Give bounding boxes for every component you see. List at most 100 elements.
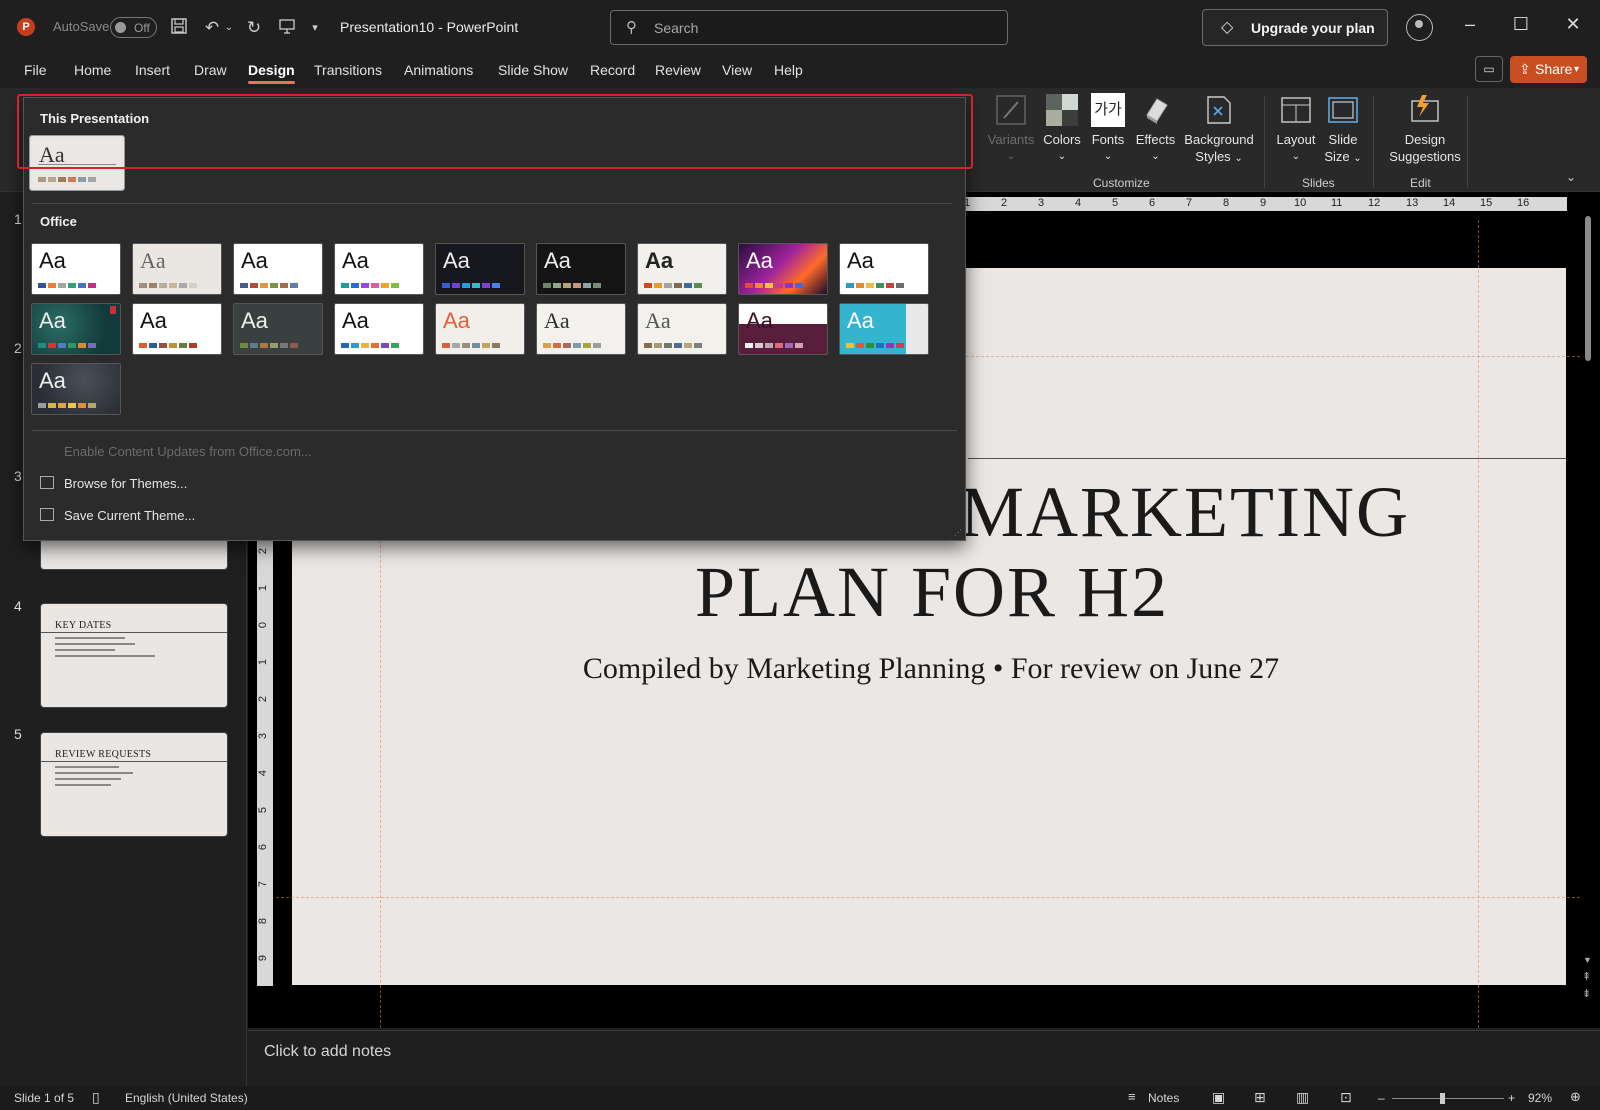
save-current-theme-item[interactable]: Save Current Theme... bbox=[40, 508, 195, 523]
maximize-icon[interactable]: ☐ bbox=[1506, 14, 1536, 40]
fonts-label: Fonts bbox=[1091, 132, 1125, 147]
ruler-tick-label: 9 bbox=[1260, 197, 1267, 209]
slide-thumbnail-4[interactable]: KEY DATES bbox=[40, 603, 228, 708]
theme-vapor-trail[interactable]: Aa bbox=[637, 303, 727, 355]
tab-review[interactable]: Review bbox=[655, 62, 701, 78]
notes-pane[interactable]: Click to add notes bbox=[248, 1030, 1600, 1086]
section-this-presentation: This Presentation bbox=[40, 111, 150, 126]
slide-show-icon[interactable]: ⊡ bbox=[1340, 1089, 1352, 1106]
share-button[interactable]: ⇪ Share ▾ bbox=[1510, 56, 1587, 83]
theme-dividend[interactable]: Aa bbox=[132, 303, 222, 355]
zoom-level[interactable]: 92% bbox=[1528, 1091, 1552, 1105]
tab-home[interactable]: Home bbox=[74, 62, 111, 78]
tab-help[interactable]: Help bbox=[774, 62, 803, 78]
effects-button[interactable]: Effects ⌄ bbox=[1133, 93, 1178, 165]
theme-sample: Aa bbox=[544, 248, 571, 273]
group-slides-label: Slides bbox=[1302, 176, 1335, 190]
section-divider bbox=[32, 203, 952, 204]
fit-to-window-icon[interactable]: ⊕ bbox=[1570, 1089, 1581, 1105]
notes-toggle[interactable]: Notes bbox=[1148, 1091, 1179, 1105]
fonts-button[interactable]: 가가 Fonts ⌄ bbox=[1088, 93, 1128, 165]
layout-button[interactable]: Layout ⌄ bbox=[1273, 93, 1319, 165]
theme-organic[interactable]: Aa bbox=[536, 243, 626, 295]
theme-ion[interactable]: Aa bbox=[233, 243, 323, 295]
theme-retrospect[interactable]: Aa bbox=[637, 243, 727, 295]
share-label: Share bbox=[1535, 61, 1573, 77]
zoom-in-icon[interactable]: + bbox=[1508, 1091, 1515, 1105]
zoom-out-icon[interactable]: – bbox=[1378, 1091, 1385, 1105]
tab-record[interactable]: Record bbox=[590, 62, 635, 78]
theme-swatches bbox=[644, 343, 702, 348]
variants-button[interactable]: Variants ⌄ bbox=[986, 93, 1036, 165]
zoom-slider[interactable] bbox=[1392, 1093, 1504, 1104]
tab-file[interactable]: File bbox=[24, 62, 47, 78]
slide-number: 1 bbox=[14, 211, 22, 227]
slide-size-button[interactable]: Slide Size ⌄ bbox=[1322, 93, 1364, 167]
present-from-start-icon[interactable] bbox=[276, 17, 298, 39]
theme-swatches bbox=[38, 177, 96, 182]
redo-icon[interactable]: ↻ bbox=[243, 17, 265, 39]
theme-metropolitan[interactable]: Aa bbox=[233, 303, 323, 355]
theme-wisp[interactable]: Aa bbox=[839, 243, 929, 295]
theme-facet[interactable]: Aa bbox=[334, 243, 424, 295]
ruler-tick-label: 4 bbox=[1075, 197, 1082, 209]
chevron-down-icon: ⌄ bbox=[1353, 153, 1362, 164]
theme-current[interactable]: Aa bbox=[29, 135, 125, 191]
undo-icon[interactable]: ↶ bbox=[201, 17, 223, 39]
undo-dropdown-icon[interactable]: ⌄ bbox=[223, 17, 235, 39]
tab-animations[interactable]: Animations bbox=[404, 62, 473, 78]
slide-thumbnail-5[interactable]: REVIEW REQUESTS bbox=[40, 732, 228, 837]
ruler-tick-label: 1 bbox=[257, 658, 270, 666]
theme-accent-mark bbox=[110, 306, 116, 314]
accessibility-icon[interactable]: ▯ bbox=[92, 1089, 100, 1106]
tab-view[interactable]: View bbox=[722, 62, 752, 78]
theme-berlin[interactable]: Aa bbox=[738, 303, 828, 355]
theme-savon[interactable]: Aa bbox=[435, 303, 525, 355]
next-slide-icon[interactable]: ⇟ bbox=[1582, 987, 1591, 1000]
enable-content-updates-item: Enable Content Updates from Office.com..… bbox=[64, 444, 312, 459]
save-theme-icon bbox=[40, 508, 54, 521]
tab-slide-show[interactable]: Slide Show bbox=[498, 62, 568, 78]
theme-slice[interactable]: Aa bbox=[738, 243, 828, 295]
tab-insert[interactable]: Insert bbox=[135, 62, 170, 78]
browse-for-themes-item[interactable]: Browse for Themes... bbox=[40, 476, 187, 491]
collapse-ribbon-icon[interactable]: ⌄ bbox=[1566, 170, 1576, 184]
theme-mesh[interactable]: Aa bbox=[839, 303, 929, 355]
minimize-icon[interactable]: – bbox=[1455, 14, 1485, 40]
tab-design[interactable]: Design bbox=[248, 62, 295, 84]
ruler-tick-label: 2 bbox=[1001, 197, 1008, 209]
vertical-scrollbar[interactable]: ▼ ⇞ ⇟ bbox=[1582, 200, 1594, 1010]
background-styles-button[interactable]: Background Styles ⌄ bbox=[1182, 93, 1256, 167]
scroll-down-icon[interactable]: ▼ bbox=[1583, 955, 1592, 965]
design-suggestions-button[interactable]: Design Suggestions bbox=[1382, 93, 1468, 165]
colors-button[interactable]: Colors ⌄ bbox=[1042, 93, 1082, 165]
theme-ion-boardroom[interactable]: Aa bbox=[435, 243, 525, 295]
upgrade-plan-button[interactable]: ◇ Upgrade your plan bbox=[1202, 9, 1388, 46]
previous-slide-icon[interactable]: ⇞ bbox=[1582, 970, 1591, 983]
scrollbar-thumb[interactable] bbox=[1585, 216, 1591, 361]
theme-office[interactable]: Aa bbox=[31, 243, 121, 295]
ruler-tick-label: 6 bbox=[257, 843, 270, 851]
theme-integral[interactable]: Aa bbox=[334, 303, 424, 355]
zoom-slider-thumb[interactable] bbox=[1440, 1093, 1445, 1104]
autosave-toggle[interactable]: Off bbox=[110, 17, 157, 38]
reading-view-icon[interactable]: ▥ bbox=[1296, 1089, 1309, 1106]
search-box[interactable]: ⚲ Search bbox=[610, 10, 1008, 45]
language-indicator[interactable]: English (United States) bbox=[125, 1091, 248, 1105]
theme-madison[interactable]: Aa bbox=[132, 243, 222, 295]
tab-draw[interactable]: Draw bbox=[194, 62, 227, 78]
slide-subtitle[interactable]: Compiled by Marketing Planning • For rev… bbox=[492, 652, 1370, 686]
save-icon[interactable] bbox=[168, 17, 190, 39]
theme-gallery[interactable]: Aa bbox=[31, 363, 121, 415]
close-icon[interactable]: ✕ bbox=[1558, 14, 1588, 40]
theme-frame[interactable]: Aa bbox=[536, 303, 626, 355]
resize-grip-icon[interactable]: ⋰ bbox=[954, 528, 962, 537]
tab-transitions[interactable]: Transitions bbox=[314, 62, 382, 78]
slide-sorter-icon[interactable]: ⊞ bbox=[1254, 1089, 1266, 1106]
theme-celestial[interactable]: Aa bbox=[31, 303, 121, 355]
ruler-tick-label: 8 bbox=[1223, 197, 1230, 209]
normal-view-icon[interactable]: ▣ bbox=[1212, 1089, 1225, 1106]
comments-icon[interactable]: ▭ bbox=[1475, 56, 1503, 82]
account-avatar-icon[interactable] bbox=[1406, 14, 1433, 41]
customize-toolbar-icon[interactable]: ▾ bbox=[308, 17, 322, 39]
